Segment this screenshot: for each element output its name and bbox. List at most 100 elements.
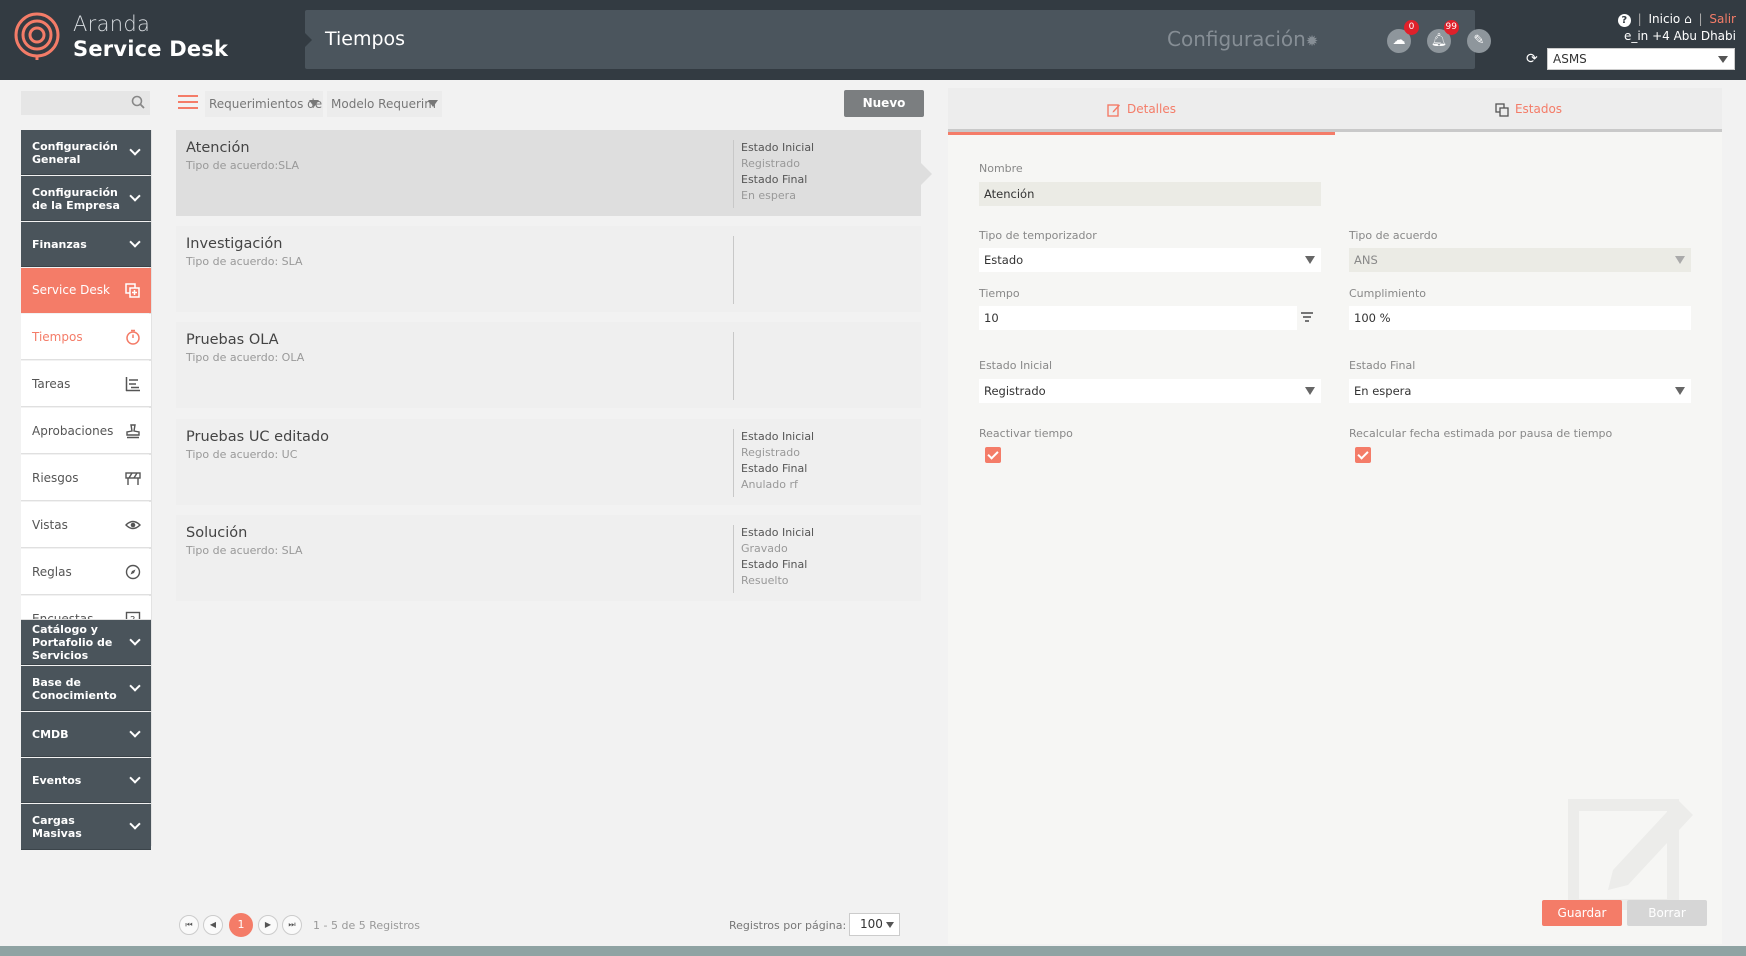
sidebar-item-label: Portafolio de xyxy=(32,636,113,649)
last-page-button[interactable]: ⏭ xyxy=(282,915,302,935)
item-type: Tipo de acuerdo: UC xyxy=(186,448,298,461)
cloud-badge: 0 xyxy=(1404,20,1419,35)
sidebar-item-catalogo[interactable]: Catálogo y Portafolio de Servicios xyxy=(21,620,151,665)
organization-select[interactable]: ASMS xyxy=(1547,48,1735,70)
detail-tabs: Detalles Estados xyxy=(948,88,1722,135)
time-input[interactable]: 10 xyxy=(979,306,1297,330)
compliance-input[interactable]: 100 % xyxy=(1349,306,1691,330)
tab-states[interactable]: Estados xyxy=(1335,88,1722,132)
filter-model[interactable]: Modelo Requerim xyxy=(327,91,442,117)
final-state-label: Estado Final xyxy=(741,558,808,571)
tools-button[interactable]: ✎ xyxy=(1467,29,1491,53)
sidebar-item-label: Conocimiento xyxy=(32,689,117,702)
timer-type-label: Tipo de temporizador xyxy=(979,229,1097,242)
list-item[interactable]: Investigación Tipo de acuerdo: SLA xyxy=(176,226,921,312)
brand-line2: Service Desk xyxy=(73,37,229,61)
sidebar-item-encuestas[interactable]: Encuestas ? xyxy=(21,596,151,620)
tab-label: Detalles xyxy=(1127,102,1176,116)
sidebar-item-reglas[interactable]: Reglas xyxy=(21,549,151,595)
sidebar-item-label: Configuración xyxy=(32,186,118,199)
sidebar-item-label: de la Empresa xyxy=(32,199,120,212)
bell-icon: 🔔︎ xyxy=(1430,33,1448,48)
sidebar-item-configuracion-general[interactable]: Configuración General xyxy=(21,130,151,175)
records-per-page-label: Registros por página: xyxy=(729,919,847,932)
list-item[interactable]: Pruebas OLA Tipo de acuerdo: OLA xyxy=(176,322,921,408)
search-icon[interactable] xyxy=(131,95,145,109)
agreement-type-select[interactable]: ANS xyxy=(1349,248,1691,272)
records-per-page-value: 100 xyxy=(860,917,883,931)
initial-state-value: Registrado xyxy=(984,384,1046,398)
refresh-icon[interactable]: ⟳ xyxy=(1526,51,1538,67)
home-label: Inicio xyxy=(1648,12,1681,26)
notifications-button[interactable]: 🔔︎ 99 xyxy=(1427,20,1459,53)
sidebar-item-label: Finanzas xyxy=(32,238,87,251)
name-label: Nombre xyxy=(979,162,1023,175)
chevron-down-icon xyxy=(129,634,141,646)
chevron-down-icon xyxy=(1305,387,1315,395)
timer-type-select[interactable]: Estado xyxy=(979,248,1321,272)
sidebar-item-base-conocimiento[interactable]: Base de Conocimiento xyxy=(21,666,151,711)
cloud-download-button[interactable]: ☁ 0 xyxy=(1387,20,1419,53)
organization-value: ASMS xyxy=(1553,52,1587,66)
chevron-down-icon xyxy=(309,100,319,107)
item-name: Atención xyxy=(186,140,250,156)
filter-request-type[interactable]: Requerimientos de Se xyxy=(205,91,323,117)
home-icon: ⌂ xyxy=(1684,12,1692,26)
chevron-down-icon xyxy=(129,236,141,248)
current-page[interactable]: 1 xyxy=(229,913,253,937)
sidebar-item-service-desk[interactable]: Service Desk xyxy=(21,268,151,313)
name-field[interactable]: Atención xyxy=(979,182,1321,206)
stopwatch-icon xyxy=(126,329,140,345)
barrier-icon xyxy=(125,472,141,485)
list-item[interactable]: Solución Tipo de acuerdo: SLA Estado Ini… xyxy=(176,515,921,601)
home-link[interactable]: Inicio ⌂ xyxy=(1649,12,1692,26)
help-icon[interactable]: ? xyxy=(1617,14,1631,27)
sidebar-item-label: Catálogo y xyxy=(32,623,98,636)
save-button[interactable]: Guardar xyxy=(1542,900,1622,926)
initial-state-select[interactable]: Registrado xyxy=(979,379,1321,403)
logout-link[interactable]: Salir xyxy=(1709,12,1736,26)
tab-details[interactable]: Detalles xyxy=(948,88,1335,135)
recalculate-checkbox[interactable] xyxy=(1355,447,1371,463)
sidebar-item-aprobaciones[interactable]: Aprobaciones xyxy=(21,408,151,454)
next-page-button[interactable]: ▶ xyxy=(258,915,278,935)
menu-icon[interactable] xyxy=(178,95,198,109)
reactivate-time-label: Reactivar tiempo xyxy=(979,427,1073,440)
filter-model-value: Modelo Requerim xyxy=(331,97,436,111)
sidebar-item-riesgos[interactable]: Riesgos xyxy=(21,455,151,501)
stamp-icon xyxy=(126,424,140,439)
chevron-down-icon xyxy=(1675,256,1685,264)
chevron-down-icon xyxy=(886,922,894,928)
recalculate-label: Recalcular fecha estimada por pausa de t… xyxy=(1349,427,1613,440)
config-link[interactable]: Configuración✹ xyxy=(1167,27,1318,51)
sidebar-item-label: Reglas xyxy=(32,565,72,579)
first-page-button[interactable]: ⏮ xyxy=(179,915,199,935)
edit-icon xyxy=(1107,103,1120,117)
sidebar-item-label: Aprobaciones xyxy=(32,424,114,438)
chevron-down-icon xyxy=(129,190,141,202)
agreement-type-value: ANS xyxy=(1354,253,1378,267)
chevron-down-icon xyxy=(129,772,141,784)
sidebar-item-label: Encuestas xyxy=(32,612,94,620)
reactivate-time-checkbox[interactable] xyxy=(985,447,1001,463)
item-type: Tipo de acuerdo: SLA xyxy=(186,255,303,268)
sidebar-item-eventos[interactable]: Eventos xyxy=(21,758,151,803)
records-per-page-select[interactable]: 100 xyxy=(849,913,900,936)
sidebar-item-tiempos[interactable]: Tiempos xyxy=(21,314,151,360)
sidebar-item-finanzas[interactable]: Finanzas xyxy=(21,222,151,267)
list-item[interactable]: Pruebas UC editado Tipo de acuerdo: UC E… xyxy=(176,419,921,505)
new-button[interactable]: Nuevo xyxy=(844,90,924,117)
time-calculator-icon[interactable] xyxy=(1300,311,1314,323)
list-item[interactable]: Atención Tipo de acuerdo:SLA Estado Inic… xyxy=(176,130,932,216)
filter-request-type-value: Requerimientos de Se xyxy=(209,97,323,111)
delete-button[interactable]: Borrar xyxy=(1627,900,1707,926)
edit-watermark-icon xyxy=(1568,799,1693,910)
prev-page-button[interactable]: ◀ xyxy=(203,915,223,935)
sidebar-item-cargas-masivas[interactable]: Cargas Masivas xyxy=(21,804,151,850)
sidebar-item-vistas[interactable]: Vistas xyxy=(21,502,151,548)
sidebar-item-cmdb[interactable]: CMDB xyxy=(21,712,151,757)
sidebar-item-configuracion-empresa[interactable]: Configuración de la Empresa xyxy=(21,176,151,221)
sidebar-item-tareas[interactable]: Tareas xyxy=(21,361,151,407)
final-state-select[interactable]: En espera xyxy=(1349,379,1691,403)
sidebar-item-label: General xyxy=(32,153,81,166)
